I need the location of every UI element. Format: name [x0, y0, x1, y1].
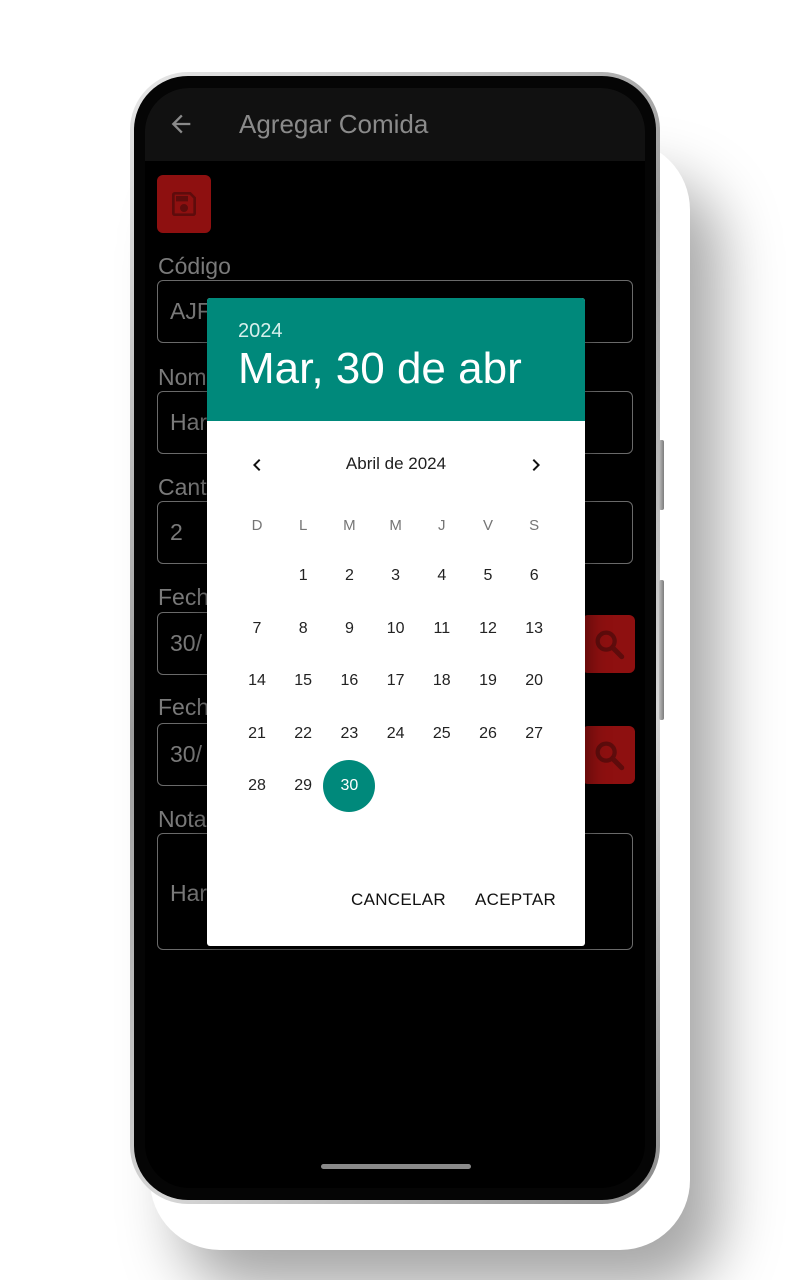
calendar-day[interactable]: 24 [373, 711, 419, 757]
chevron-right-icon[interactable] [524, 453, 548, 477]
page-title: Agregar Comida [239, 109, 429, 139]
header-selected-date: Mar, 30 de abr [238, 344, 522, 393]
power-button [659, 440, 664, 510]
calendar-day[interactable]: 13 [511, 606, 557, 652]
weekday-label: M [389, 517, 402, 534]
back-arrow-icon[interactable] [167, 110, 195, 138]
app-bar: Agregar Comida [145, 88, 645, 161]
calendar-day[interactable]: 17 [373, 658, 419, 704]
calendar-day[interactable]: 28 [234, 763, 280, 809]
nombre-value: Har [170, 409, 208, 435]
notas-value: Har [170, 880, 208, 906]
calendar-day[interactable]: 3 [373, 553, 419, 599]
cantidad-value: 2 [170, 519, 183, 545]
calendar-day[interactable]: 18 [419, 658, 465, 704]
calendar-day[interactable]: 12 [465, 606, 511, 652]
calendar-day[interactable]: 11 [419, 606, 465, 652]
calendar-day[interactable]: 16 [326, 658, 372, 704]
calendar-day[interactable]: 21 [234, 711, 280, 757]
calendar-day[interactable]: 2 [326, 553, 372, 599]
notas-label: Nota [158, 806, 207, 832]
calendar-day[interactable]: 5 [465, 553, 511, 599]
calendar-day[interactable]: 10 [373, 606, 419, 652]
floppy-disk-icon [172, 192, 196, 216]
month-navigation: Abril de 2024 [207, 448, 585, 482]
fecha1-label: Fech [158, 584, 210, 610]
weekday-label: M [343, 517, 356, 534]
calendar-day[interactable]: 1 [280, 553, 326, 599]
save-button[interactable] [157, 175, 211, 233]
codigo-value: AJF [170, 298, 211, 324]
fecha2-search-button[interactable] [582, 726, 635, 784]
codigo-label: Código [158, 253, 231, 279]
home-indicator[interactable] [321, 1164, 471, 1169]
weekday-label: V [482, 517, 493, 534]
nombre-label: Nom [158, 364, 207, 390]
weekday-label: J [438, 517, 446, 534]
search-icon [595, 630, 625, 660]
calendar-day[interactable]: 7 [234, 606, 280, 652]
calendar-day[interactable]: 15 [280, 658, 326, 704]
cantidad-label: Cant [158, 474, 207, 500]
volume-button [659, 580, 664, 720]
calendar-day[interactable]: 23 [326, 711, 372, 757]
fecha2-value: 30/ [170, 741, 202, 767]
calendar-day[interactable]: 22 [280, 711, 326, 757]
calendar-day[interactable]: 14 [234, 658, 280, 704]
cancel-button[interactable]: CANCELAR [351, 890, 446, 910]
date-picker-header: 2024 Mar, 30 de abr [207, 298, 585, 421]
calendar-day[interactable]: 20 [511, 658, 557, 704]
weekday-label: S [529, 517, 540, 534]
calendar-day[interactable]: 26 [465, 711, 511, 757]
search-icon [595, 741, 625, 771]
header-year[interactable]: 2024 [238, 320, 283, 343]
weekday-label: D [251, 517, 263, 534]
weekday-label: L [299, 517, 308, 534]
date-picker-dialog: 2024 Mar, 30 de abr Abril de 2024 DLMMJV… [207, 298, 585, 946]
calendar-day[interactable]: 25 [419, 711, 465, 757]
calendar-day[interactable]: 29 [280, 763, 326, 809]
calendar-day[interactable]: 6 [511, 553, 557, 599]
accept-button[interactable]: ACEPTAR [475, 890, 556, 910]
calendar-day-selected[interactable]: 30 [323, 760, 376, 812]
calendar-day[interactable]: 19 [465, 658, 511, 704]
fecha1-value: 30/ [170, 630, 202, 656]
calendar-day[interactable]: 27 [511, 711, 557, 757]
calendar-day[interactable]: 4 [419, 553, 465, 599]
fecha2-label: Fech [158, 694, 210, 720]
calendar-day[interactable]: 9 [326, 606, 372, 652]
fecha1-search-button[interactable] [582, 615, 635, 673]
calendar-day[interactable]: 8 [280, 606, 326, 652]
